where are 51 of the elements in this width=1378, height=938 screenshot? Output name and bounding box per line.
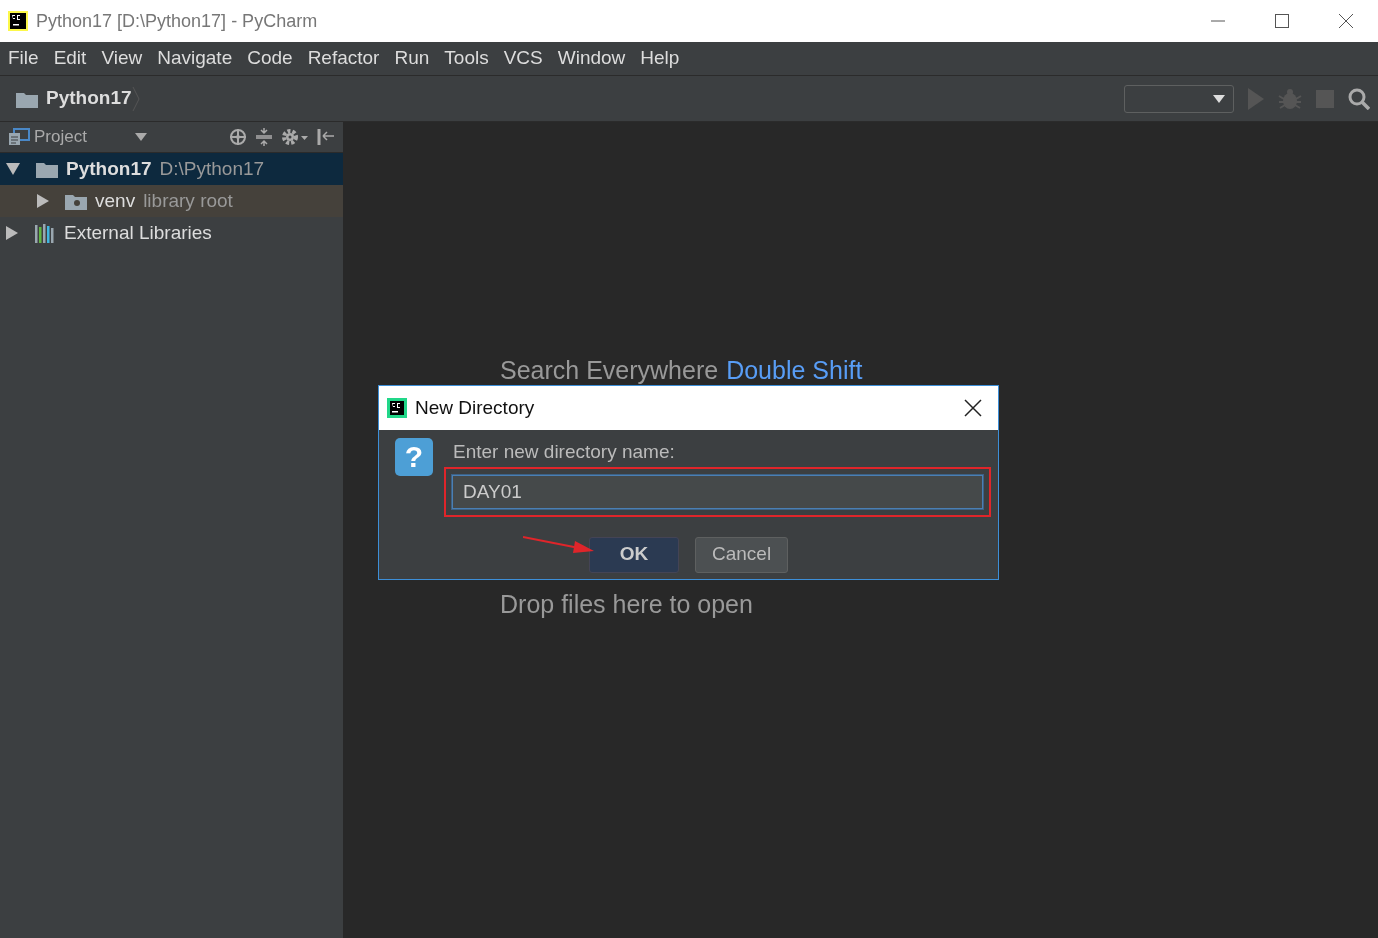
tree-item[interactable]: External Libraries <box>0 217 343 249</box>
menu-item[interactable]: Code <box>247 44 293 73</box>
menu-item[interactable]: Refactor <box>307 44 380 73</box>
menu-item[interactable]: File <box>8 44 39 73</box>
menu-item[interactable]: View <box>101 44 143 73</box>
ok-button[interactable]: OK <box>589 536 679 573</box>
folder-icon <box>36 160 58 178</box>
collapse-all-icon[interactable] <box>255 127 273 147</box>
search-icon[interactable] <box>1348 87 1370 110</box>
item-path: library root <box>143 188 233 213</box>
target-icon[interactable] <box>229 128 247 146</box>
collapsed-arrow-icon[interactable] <box>37 194 49 208</box>
cancel-button[interactable]: Cancel <box>695 536 789 573</box>
tree-item[interactable]: Python17 D:\Python17 <box>0 153 343 185</box>
menu-item[interactable]: Navigate <box>157 44 233 73</box>
question-icon: ? <box>395 438 433 476</box>
text-field[interactable]: DAY01 <box>452 474 983 509</box>
item-name: Python17 <box>66 156 152 181</box>
caret-icon <box>1213 94 1225 103</box>
gear-icon[interactable] <box>281 127 309 147</box>
menu-item[interactable]: Tools <box>444 44 489 73</box>
project-view-icon[interactable] <box>8 128 30 146</box>
dialog-title: New Directory <box>415 395 535 420</box>
menu-item[interactable]: Edit <box>53 44 87 73</box>
menu-item[interactable]: VCS <box>503 44 543 73</box>
annotation-arrow <box>523 534 595 554</box>
item-name: venv <box>95 188 136 213</box>
prompt-label: Enter new directory name: <box>453 440 676 464</box>
hint-text: Drop files here to open <box>500 588 753 620</box>
close-icon[interactable] <box>1338 13 1354 29</box>
caret-icon[interactable] <box>134 133 147 141</box>
expanded-arrow-icon[interactable] <box>6 163 20 175</box>
close-icon[interactable] <box>964 399 982 417</box>
app-logo-icon <box>387 398 407 418</box>
breadcrumb-item[interactable]: Python17 <box>46 84 132 113</box>
tree-item[interactable]: venv library root <box>0 185 343 217</box>
menu-item[interactable]: Window <box>557 44 626 73</box>
collapsed-arrow-icon[interactable] <box>6 226 18 240</box>
item-path: D:\Python17 <box>159 156 265 181</box>
hide-panel-icon[interactable] <box>317 128 335 146</box>
hint-text: Search Everywhere <box>500 355 719 386</box>
menu-item[interactable]: Run <box>394 44 430 73</box>
shortcut-text: Double Shift <box>726 355 863 386</box>
app-logo-icon <box>8 11 28 31</box>
window-title: Python17 [D:\Python17] - PyCharm <box>36 9 318 33</box>
folder-icon <box>65 192 87 210</box>
panel-title[interactable]: Project <box>34 124 87 150</box>
item-name: External Libraries <box>64 220 212 245</box>
menu-item[interactable]: Help <box>640 44 680 73</box>
library-icon <box>34 223 56 243</box>
maximize-icon[interactable] <box>1274 13 1290 29</box>
